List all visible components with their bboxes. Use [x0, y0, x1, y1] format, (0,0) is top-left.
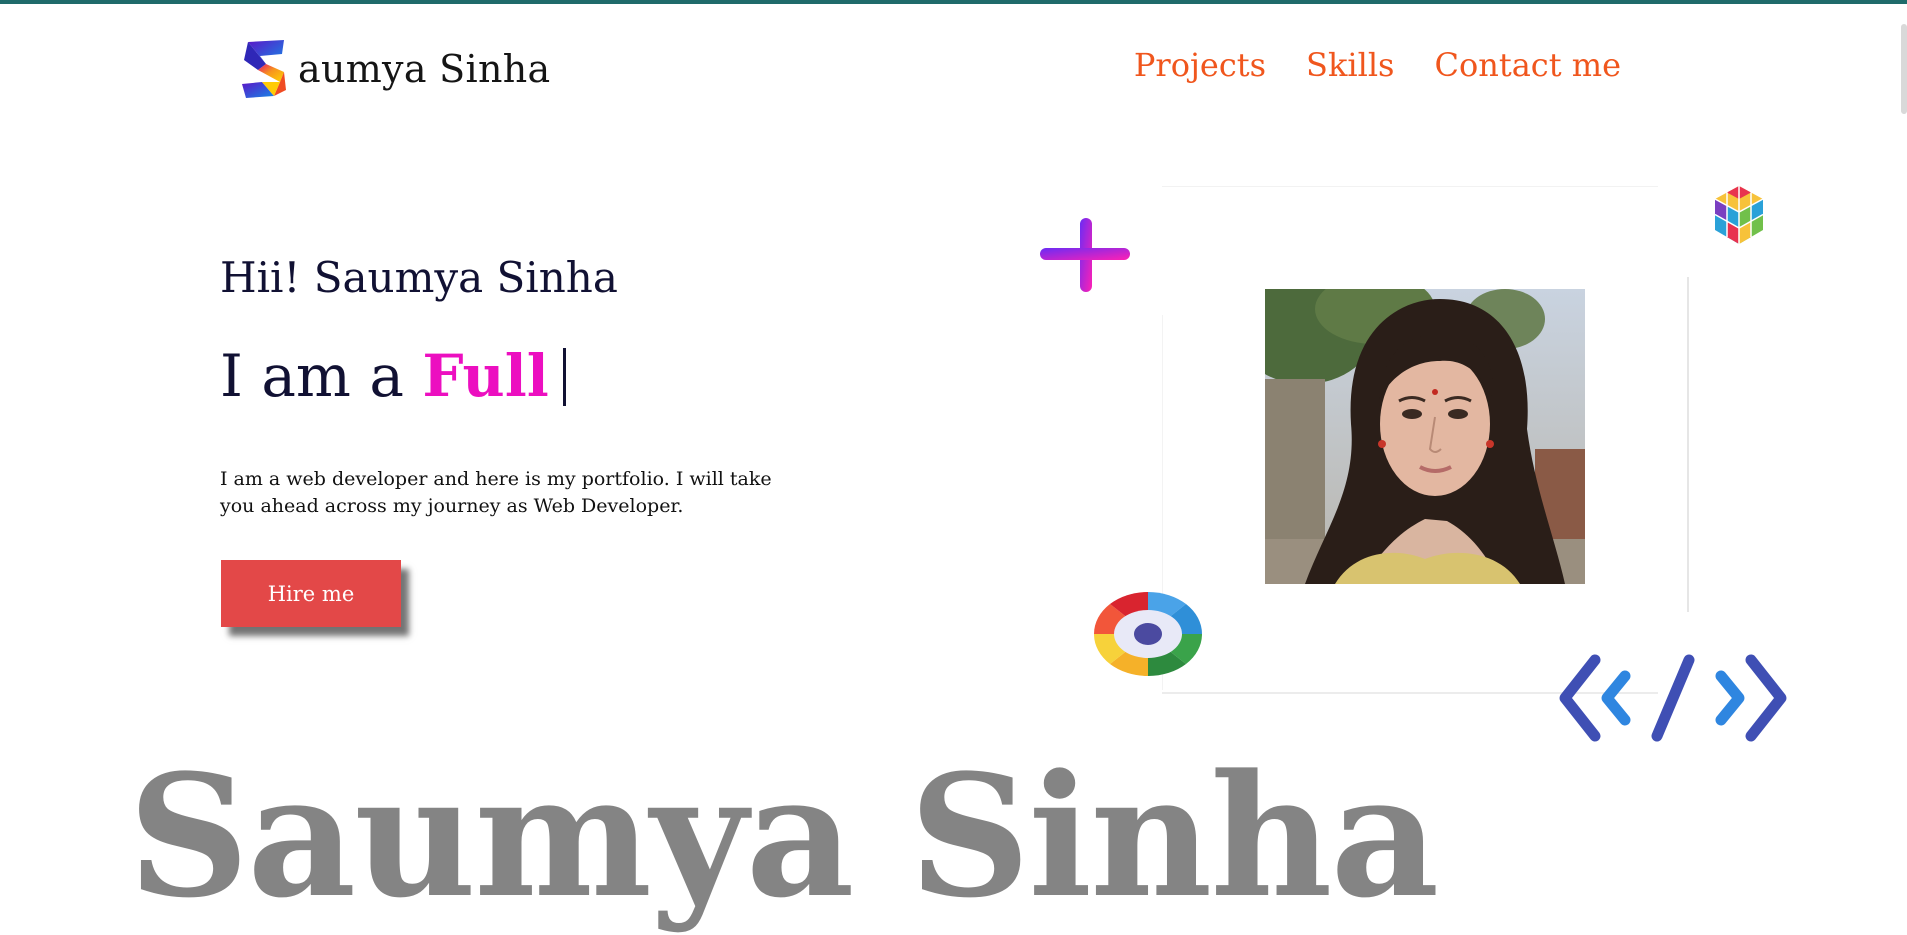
- main-nav: Projects Skills Contact me: [1134, 46, 1621, 84]
- brand-logo-link[interactable]: aumya Sinha: [238, 38, 550, 100]
- hero-role: I am a Full: [220, 342, 566, 410]
- nav-link-contact[interactable]: Contact me: [1434, 46, 1621, 84]
- role-typed-word: Full: [422, 342, 549, 410]
- hire-me-button[interactable]: Hire me: [221, 560, 401, 627]
- card-divider: [1687, 277, 1689, 612]
- hero-greeting: Hii! Saumya Sinha: [220, 253, 618, 302]
- eye-icon: [1093, 591, 1203, 677]
- typing-cursor: [562, 348, 566, 406]
- big-name-heading: Saumya Sinha: [128, 737, 1439, 935]
- cube-icon: [1714, 186, 1764, 244]
- nav-link-projects[interactable]: Projects: [1134, 46, 1266, 84]
- nav-link-skills[interactable]: Skills: [1306, 46, 1394, 84]
- brand-name: aumya Sinha: [298, 47, 551, 91]
- profile-photo: [1265, 289, 1585, 584]
- top-border: [0, 0, 1907, 4]
- logo-s-icon: [242, 40, 286, 98]
- scrollbar-thumb[interactable]: [1901, 24, 1907, 114]
- role-prefix: I am a: [220, 342, 423, 410]
- hero-intro: I am a web developer and here is my port…: [220, 468, 772, 517]
- code-icon: [1559, 654, 1787, 742]
- plus-icon: [1040, 218, 1130, 292]
